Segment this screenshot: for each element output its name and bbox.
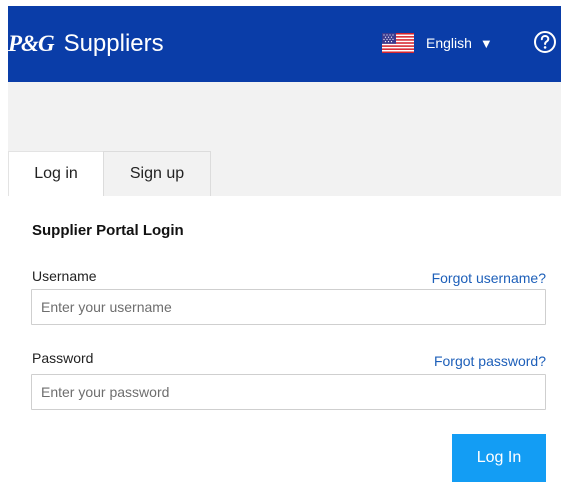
language-selector[interactable]: English ▼ <box>426 32 493 54</box>
tab-signup[interactable]: Sign up <box>103 151 211 196</box>
forgot-password-link[interactable]: Forgot password? <box>434 353 546 369</box>
password-input[interactable] <box>31 374 546 410</box>
help-icon[interactable] <box>533 30 557 54</box>
caret-down-icon: ▼ <box>479 35 493 51</box>
site-title: Suppliers <box>63 30 164 57</box>
form-title: Supplier Portal Login <box>32 222 184 239</box>
auth-tabs: Log in Sign up <box>8 151 211 196</box>
language-label: English <box>426 35 472 51</box>
us-flag-icon <box>382 33 414 53</box>
password-label: Password <box>32 350 94 366</box>
username-label: Username <box>32 268 97 284</box>
username-input[interactable] <box>31 289 546 325</box>
top-header: P&G Suppliers English ▼ <box>8 6 561 82</box>
pg-logo: P&G <box>8 31 55 56</box>
login-button[interactable]: Log In <box>452 434 546 482</box>
brand[interactable]: P&G Suppliers <box>8 28 164 60</box>
forgot-username-link[interactable]: Forgot username? <box>432 270 546 286</box>
tab-login[interactable]: Log in <box>8 151 104 196</box>
